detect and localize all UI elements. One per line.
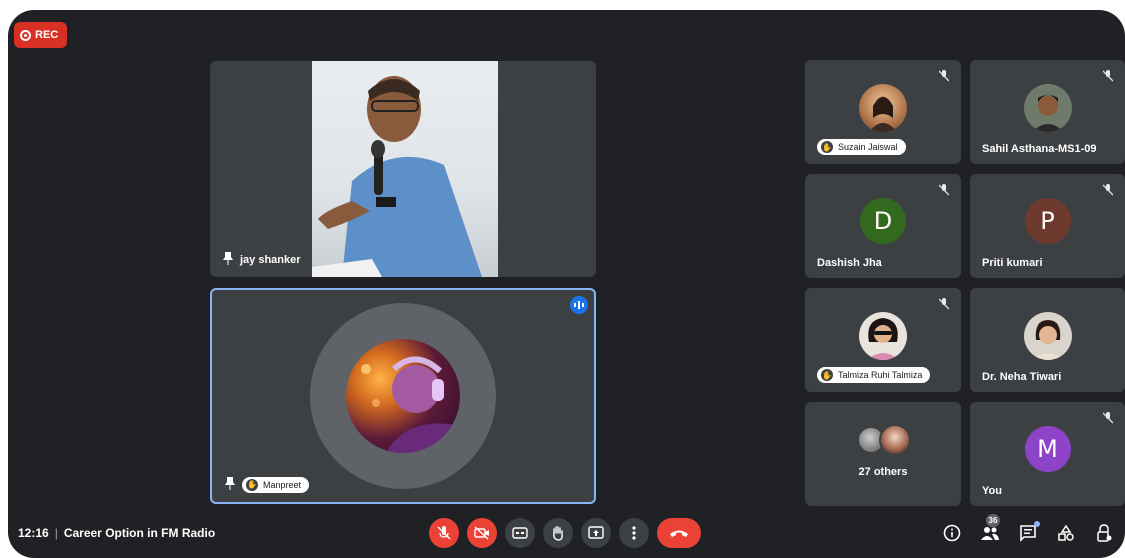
others-avatar-stack <box>857 424 911 456</box>
camera-off-icon <box>474 526 489 540</box>
participant-name: Suzain Jaiswal <box>838 142 898 152</box>
participant-tile[interactable]: Dr. Neha Tiwari <box>970 288 1125 392</box>
recording-label: REC <box>35 29 59 41</box>
presenter-image <box>312 76 482 277</box>
meeting-details-button[interactable] <box>941 522 963 544</box>
more-options-button[interactable] <box>619 518 649 548</box>
participant-tile[interactable]: ✋ Talmiza Ruhi Talmiza <box>805 288 961 392</box>
present-screen-button[interactable] <box>581 518 611 548</box>
chat-button[interactable] <box>1017 521 1040 544</box>
participant-tile-self[interactable]: M You <box>970 402 1125 506</box>
activities-button[interactable] <box>1055 522 1077 544</box>
avatar <box>859 312 907 360</box>
participant-tile[interactable]: P Priti kumari <box>970 174 1125 278</box>
people-icon <box>981 527 999 540</box>
participant-name-pill: ✋ Suzain Jaiswal <box>817 139 906 155</box>
participant-name-pill: ✋ Manpreet <box>242 476 310 493</box>
info-icon <box>943 524 961 542</box>
mic-off-icon <box>935 295 953 313</box>
participant-name: Talmiza Ruhi Talmiza <box>838 370 923 380</box>
people-button[interactable]: 36 <box>979 514 1001 544</box>
avatar-image <box>361 356 460 453</box>
raise-hand-button[interactable] <box>543 518 573 548</box>
participant-tile-others[interactable]: 27 others <box>805 402 961 506</box>
captions-icon <box>512 527 528 539</box>
participant-name: Dr. Neha Tiwari <box>982 371 1062 383</box>
microphone-toggle-button[interactable] <box>429 518 459 548</box>
avatar: M <box>1024 426 1071 472</box>
bottom-toolbar: 12:16 | Career Option in FM Radio 36 <box>8 510 1125 558</box>
pin-icon[interactable] <box>224 476 236 493</box>
raised-hand-icon: ✋ <box>246 478 258 491</box>
separator: | <box>54 526 58 540</box>
avatar <box>1023 312 1072 360</box>
participant-name: Dashish Jha <box>817 257 882 269</box>
chat-icon <box>1020 525 1036 542</box>
participant-name: jay shanker <box>240 253 301 266</box>
meeting-info: 12:16 | Career Option in FM Radio <box>18 526 215 540</box>
participant-name: Sahil Asthana-MS1-09 <box>982 143 1097 155</box>
raised-hand-icon: ✋ <box>821 369 833 381</box>
avatar <box>859 84 907 132</box>
participant-tile[interactable]: Sahil Asthana-MS1-09 <box>970 60 1125 164</box>
mic-off-icon <box>935 181 953 199</box>
host-controls-button[interactable] <box>1093 522 1115 544</box>
presenter-video <box>312 61 498 277</box>
lock-person-icon <box>1097 524 1112 542</box>
pin-icon[interactable] <box>222 251 234 268</box>
video-tile-active-speaker[interactable]: ✋ Manpreet <box>210 288 596 504</box>
raised-hand-icon: ✋ <box>821 141 833 153</box>
avatar <box>346 339 460 453</box>
captions-button[interactable] <box>505 518 535 548</box>
participant-name: You <box>982 485 1002 497</box>
participant-name-pill: ✋ Talmiza Ruhi Talmiza <box>817 367 931 383</box>
participant-tile[interactable]: D Dashish Jha <box>805 174 961 278</box>
participant-name: Manpreet <box>263 479 302 490</box>
unread-dot <box>1034 521 1040 527</box>
call-controls <box>429 518 701 548</box>
video-tile-presenter[interactable]: jay shanker <box>210 61 596 277</box>
participant-tile[interactable]: ✋ Suzain Jaiswal <box>805 60 961 164</box>
participant-name: Priti kumari <box>982 257 1043 269</box>
record-icon <box>20 29 31 41</box>
meeting-title: Career Option in FM Radio <box>63 526 216 540</box>
participant-count-badge: 36 <box>986 514 1000 527</box>
avatar: D <box>860 198 906 244</box>
hand-icon <box>553 526 563 541</box>
more-vert-icon <box>632 526 636 540</box>
avatar <box>1023 84 1072 132</box>
phone-hangup-icon <box>670 530 688 537</box>
side-panel-controls: 36 <box>941 514 1115 544</box>
camera-toggle-button[interactable] <box>467 518 497 548</box>
mic-off-icon <box>1099 409 1117 427</box>
speaking-indicator-icon <box>570 296 588 314</box>
mic-off-icon <box>1099 181 1117 199</box>
clock: 12:16 <box>18 526 49 540</box>
others-count-label: 27 others <box>858 466 908 478</box>
avatar: P <box>1024 198 1071 244</box>
meeting-stage: REC jay shanker ✋ Manpreet ✋ Suzain Jais… <box>8 10 1125 558</box>
mic-off-icon <box>1099 67 1117 85</box>
activities-icon <box>1058 524 1074 541</box>
mic-off-icon <box>935 67 953 85</box>
avatar <box>879 424 911 456</box>
recording-badge: REC <box>14 22 68 48</box>
present-icon <box>588 526 604 539</box>
mic-off-icon <box>437 526 451 540</box>
leave-call-button[interactable] <box>657 518 701 548</box>
